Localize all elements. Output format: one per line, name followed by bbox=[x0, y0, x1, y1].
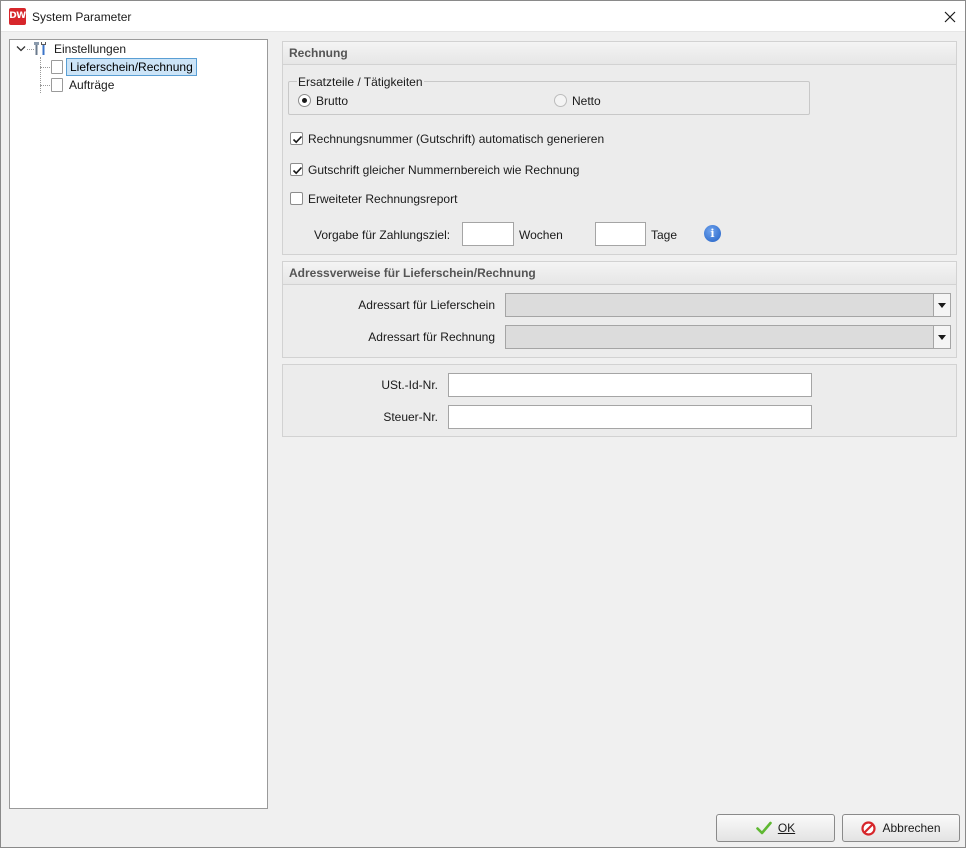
settings-tree[interactable]: Einstellungen Lieferschein/Rechnung Auft… bbox=[9, 39, 268, 809]
system-parameter-dialog: DW System Parameter Einstellungen Liefer… bbox=[0, 0, 966, 848]
gutschrift-label[interactable]: Gutschrift gleicher Nummernbereich wie R… bbox=[308, 163, 579, 177]
cancel-button-label: Abbrechen bbox=[882, 821, 941, 835]
document-icon bbox=[51, 78, 63, 92]
wochen-input[interactable] bbox=[462, 222, 514, 246]
netto-radio[interactable] bbox=[554, 94, 567, 107]
wochen-label: Wochen bbox=[519, 228, 563, 242]
netto-label[interactable]: Netto bbox=[572, 94, 601, 108]
steuer-nr-input[interactable] bbox=[448, 405, 812, 429]
app-logo-icon: DW bbox=[9, 8, 26, 25]
checkmark-icon bbox=[292, 135, 303, 144]
cancel-icon bbox=[861, 820, 877, 836]
rechnungsnummer-checkbox[interactable] bbox=[290, 132, 303, 145]
cancel-button[interactable]: Abbrechen bbox=[842, 814, 960, 842]
tree-item-auftraege[interactable]: Aufträge bbox=[51, 76, 117, 94]
gutschrift-checkbox[interactable] bbox=[290, 163, 303, 176]
tree-item-lieferschein-rechnung[interactable]: Lieferschein/Rechnung bbox=[51, 58, 197, 76]
tage-label: Tage bbox=[651, 228, 678, 242]
adressart-lieferschein-label: Adressart für Lieferschein bbox=[358, 298, 495, 312]
checkmark-icon bbox=[756, 821, 772, 835]
checkmark-icon bbox=[292, 166, 303, 175]
steuer-nr-label: Steuer-Nr. bbox=[383, 410, 438, 424]
tools-icon bbox=[34, 42, 46, 55]
ok-button-label: OK bbox=[777, 821, 796, 835]
adressart-lieferschein-select[interactable] bbox=[505, 293, 951, 317]
adressart-rechnung-label: Adressart für Rechnung bbox=[368, 330, 495, 344]
close-icon bbox=[944, 11, 956, 22]
brutto-label[interactable]: Brutto bbox=[316, 94, 348, 108]
rechnungsnummer-label[interactable]: Rechnungsnummer (Gutschrift) automatisch… bbox=[308, 132, 604, 146]
ust-id-input[interactable] bbox=[448, 373, 812, 397]
ust-id-label: USt.-Id-Nr. bbox=[381, 378, 438, 392]
title-bar: DW System Parameter bbox=[1, 1, 965, 32]
ersatzteile-legend: Ersatzteile / Tätigkeiten bbox=[297, 75, 424, 89]
tree-item-label: Aufträge bbox=[69, 78, 115, 92]
brutto-radio[interactable] bbox=[298, 94, 311, 107]
tage-input[interactable] bbox=[595, 222, 646, 246]
rechnung-group-header: Rechnung bbox=[283, 42, 956, 65]
zahlungsziel-label: Vorgabe für Zahlungsziel: bbox=[314, 228, 451, 242]
adressverweise-group-header: Adressverweise für Lieferschein/Rechnung bbox=[283, 262, 956, 285]
chevron-down-icon[interactable] bbox=[16, 45, 26, 53]
window-title: System Parameter bbox=[32, 10, 132, 24]
adressart-rechnung-select[interactable] bbox=[505, 325, 951, 349]
document-icon bbox=[51, 60, 63, 74]
dropdown-arrow-icon[interactable] bbox=[933, 326, 950, 348]
close-button[interactable] bbox=[935, 1, 965, 32]
erweiterter-rechnungsreport-checkbox[interactable] bbox=[290, 192, 303, 205]
tree-item-label: Lieferschein/Rechnung bbox=[66, 58, 197, 76]
erweiterter-rechnungsreport-label[interactable]: Erweiteter Rechnungsreport bbox=[308, 192, 457, 206]
tree-item-label: Einstellungen bbox=[54, 42, 127, 56]
dropdown-arrow-icon[interactable] bbox=[933, 294, 950, 316]
ok-button[interactable]: OK bbox=[716, 814, 835, 842]
tree-item-einstellungen[interactable]: Einstellungen bbox=[51, 40, 129, 58]
info-icon[interactable]: i bbox=[704, 225, 721, 242]
